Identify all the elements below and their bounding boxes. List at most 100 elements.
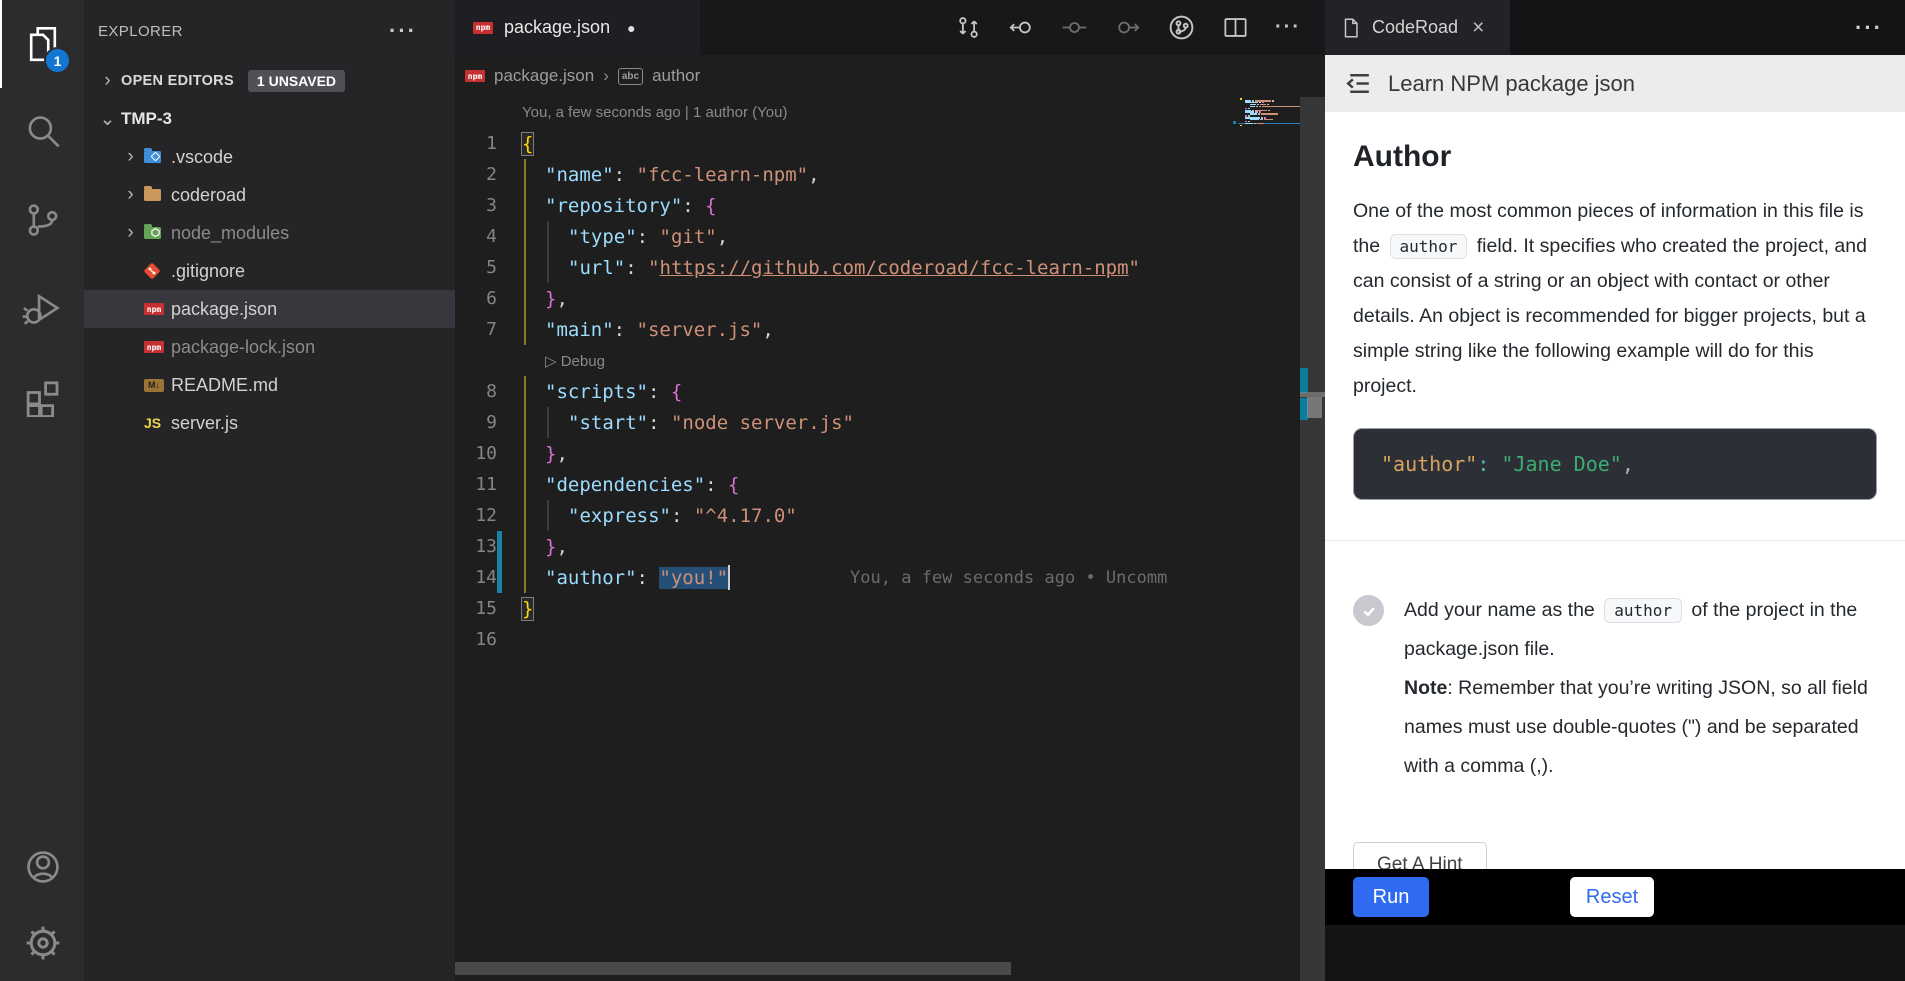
- activity-run-debug[interactable]: [0, 264, 84, 352]
- horizontal-scrollbar-thumb[interactable]: [455, 962, 1011, 975]
- code-line[interactable]: 7"main": "server.js",: [455, 314, 1238, 345]
- activity-settings[interactable]: [0, 905, 84, 981]
- file-row-package.json[interactable]: npmpackage.json: [84, 290, 455, 328]
- code-line[interactable]: 4"type": "git",: [455, 221, 1238, 252]
- activity-source-control[interactable]: [0, 176, 84, 264]
- git-icon: [144, 265, 171, 277]
- coderoad-panel: CodeRoad × ··· Learn NPM package json Au…: [1325, 0, 1905, 981]
- more-actions-icon[interactable]: ···: [1275, 16, 1301, 39]
- code-line[interactable]: 13},: [455, 531, 1238, 562]
- tab-coderoad[interactable]: CodeRoad ×: [1325, 0, 1510, 55]
- activity-accounts[interactable]: [0, 829, 84, 905]
- bold-text: Note: [1404, 677, 1447, 699]
- breadcrumb-file[interactable]: package.json: [494, 66, 594, 86]
- line-content: }: [522, 593, 1238, 624]
- next-change-icon[interactable]: [1114, 14, 1141, 41]
- token: https://github.com/coderoad/fcc-learn-np…: [660, 257, 1129, 279]
- file-row-coderoad[interactable]: ›coderoad: [84, 176, 455, 214]
- divider: [1325, 540, 1905, 541]
- code-line[interactable]: 8"scripts": {: [455, 376, 1238, 407]
- more-actions-icon[interactable]: ···: [1855, 15, 1883, 41]
- gutter: [455, 345, 522, 376]
- gutter: 15: [455, 593, 522, 624]
- gutter: 1: [455, 128, 522, 159]
- indent-guide: [547, 500, 549, 531]
- code-token: "Jane Doe": [1501, 452, 1621, 476]
- vscode-folder-icon: [144, 151, 171, 163]
- breadcrumb-symbol[interactable]: author: [652, 66, 700, 86]
- scrollbar-thumb[interactable]: [1307, 397, 1322, 418]
- token: {: [728, 474, 739, 496]
- minimap[interactable]: [1238, 98, 1300, 128]
- split-editor-icon[interactable]: [1222, 14, 1249, 41]
- current-change-icon[interactable]: [1061, 14, 1088, 41]
- more-actions-icon[interactable]: ···: [389, 18, 417, 44]
- indent-guide: [547, 407, 549, 438]
- code-line[interactable]: 6},: [455, 283, 1238, 314]
- tour-icon[interactable]: [1167, 13, 1196, 42]
- code-line[interactable]: 10},: [455, 438, 1238, 469]
- file-row-README.md[interactable]: M↓README.md: [84, 366, 455, 404]
- explorer-badge: 1: [44, 47, 71, 74]
- run-button[interactable]: Run: [1353, 877, 1429, 917]
- reset-button[interactable]: Reset: [1570, 877, 1654, 917]
- line-number: 1: [455, 128, 522, 159]
- open-editors-label: OPEN EDITORS: [121, 73, 234, 89]
- overview-ruler[interactable]: [1300, 97, 1325, 981]
- codelens-text[interactable]: ▷ Debug: [545, 352, 605, 370]
- sidebar-title: EXPLORER: [98, 23, 183, 40]
- sidebar-header: EXPLORER ···: [84, 0, 455, 62]
- code-line[interactable]: 5"url": "https://github.com/coderoad/fcc…: [455, 252, 1238, 283]
- open-editors-section[interactable]: › OPEN EDITORS 1 UNSAVED: [84, 62, 455, 100]
- token: ": [1129, 257, 1140, 279]
- explorer-sidebar: EXPLORER ··· › OPEN EDITORS 1 UNSAVED ⌄ …: [84, 0, 455, 981]
- code-token: "author": [1381, 452, 1477, 476]
- indent-guide: [547, 221, 549, 252]
- activity-extensions[interactable]: [0, 352, 84, 440]
- menu-back-icon[interactable]: [1342, 67, 1375, 100]
- activity-search[interactable]: [0, 88, 84, 176]
- code-token: :: [1477, 452, 1501, 476]
- code-line[interactable]: 11"dependencies": {: [455, 469, 1238, 500]
- indent-guide: [524, 531, 526, 562]
- markdown-icon: M↓: [144, 379, 171, 392]
- close-icon[interactable]: ×: [1472, 16, 1484, 40]
- line-number: 3: [455, 190, 522, 221]
- codelens-text[interactable]: You, a few seconds ago | 1 author (You): [522, 104, 787, 121]
- gutter: 14: [455, 562, 522, 593]
- code-line[interactable]: 14"author": "you!"You, a few seconds ago…: [455, 562, 1238, 593]
- code-line[interactable]: 3"repository": {: [455, 190, 1238, 221]
- file-row-server.js[interactable]: JSserver.js: [84, 404, 455, 442]
- code-line[interactable]: 16: [455, 624, 1238, 655]
- token: :: [625, 257, 648, 279]
- indent-guide: [524, 438, 526, 469]
- token: }: [545, 288, 556, 310]
- code-line[interactable]: 9"start": "node server.js": [455, 407, 1238, 438]
- activity-explorer[interactable]: 1: [0, 0, 84, 88]
- codelens-row[interactable]: You, a few seconds ago | 1 author (You): [455, 97, 1238, 128]
- line-content: "main": "server.js",: [522, 314, 1238, 345]
- code-line[interactable]: 12"express": "^4.17.0": [455, 500, 1238, 531]
- gutter: 2: [455, 159, 522, 190]
- npm-icon: npm: [473, 22, 493, 34]
- codelens-row[interactable]: ▷ Debug: [455, 345, 1238, 376]
- token: "url": [568, 257, 625, 279]
- modified-dot-icon[interactable]: ●: [627, 20, 635, 36]
- file-row-package-lock.json[interactable]: npmpackage-lock.json: [84, 328, 455, 366]
- gutter: 3: [455, 190, 522, 221]
- root-folder-row[interactable]: ⌄ TMP-3: [84, 100, 455, 138]
- indent-guide: [524, 190, 526, 221]
- file-row-.vscode[interactable]: ›.vscode: [84, 138, 455, 176]
- previous-change-icon[interactable]: [1008, 14, 1035, 41]
- code-line[interactable]: 2"name": "fcc-learn-npm",: [455, 159, 1238, 190]
- line-number: 12: [455, 500, 522, 531]
- code-line[interactable]: 15}: [455, 593, 1238, 624]
- indent-guide: [524, 500, 526, 531]
- token: :: [648, 381, 671, 403]
- file-row-.gitignore[interactable]: .gitignore: [84, 252, 455, 290]
- code-line[interactable]: 1{: [455, 128, 1238, 159]
- code-editor[interactable]: You, a few seconds ago | 1 author (You)1…: [455, 97, 1238, 967]
- compare-changes-icon[interactable]: [955, 14, 982, 41]
- file-row-node_modules[interactable]: ›node_modules: [84, 214, 455, 252]
- tab-package-json[interactable]: npm package.json ●: [455, 0, 700, 55]
